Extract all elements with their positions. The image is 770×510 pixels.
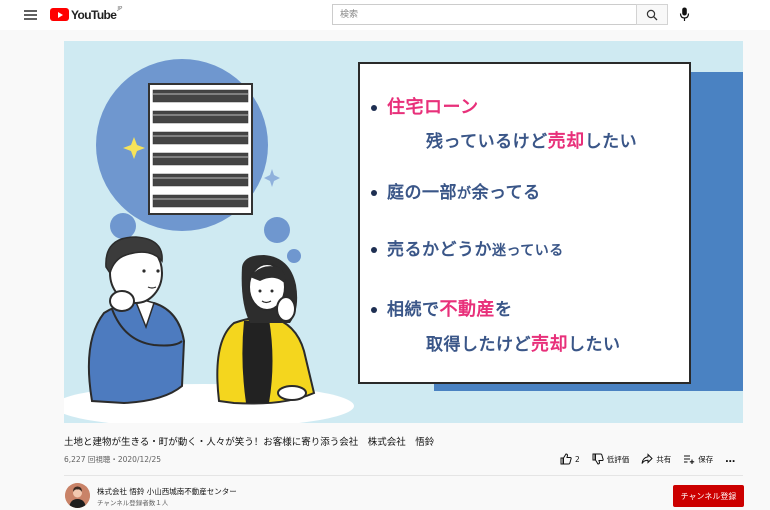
search-input[interactable]	[332, 4, 636, 25]
thumb-item-2: 庭の一部が余ってる	[387, 178, 541, 203]
channel-avatar[interactable]	[65, 483, 90, 508]
thumb-item-4-line1-post: を	[495, 300, 513, 320]
bullet-icon	[371, 307, 377, 313]
search-bar	[332, 4, 668, 25]
video-title: 土地と建物が生きる・町が動く・人々が笑う！お客様に寄り添う会社 株式会社 悟鈴	[64, 437, 435, 448]
share-icon	[641, 453, 653, 464]
bullet-icon	[371, 105, 377, 111]
thumbnail-text-panel: 住宅ローン 残っているけど売却したい 庭の一部が余ってる 売るかどうか迷っている…	[358, 62, 691, 384]
thumbnail-illustration	[64, 59, 354, 423]
subscriber-count: チャンネル登録者数１人	[97, 499, 169, 507]
thumb-item-1-text-pink: 売却	[547, 131, 585, 152]
thumb-item-4-line1: 相続で不動産を	[387, 295, 513, 321]
thumbs-down-icon	[592, 453, 604, 465]
masthead: YouTube JP	[0, 0, 770, 30]
thumb-item-4-line1-pre: 相続で	[387, 300, 440, 320]
subscribe-button[interactable]: チャンネル登録	[673, 485, 744, 507]
video-actions: 2 低評価 共有 保存 …	[560, 452, 735, 466]
thumb-item-3: 売るかどうか迷っている	[387, 235, 564, 260]
video-view-count-date: 6,227 回視聴・2020/12/25	[64, 455, 162, 464]
thumb-item-1-line1: 住宅ローン	[387, 93, 479, 119]
logo-country-code: JP	[117, 6, 123, 12]
channel-name[interactable]: 株式会社 悟鈴 小山西城南不動産センター	[97, 486, 237, 497]
search-button[interactable]	[636, 4, 668, 25]
thumb-item-4-line1-pink: 不動産	[439, 299, 495, 320]
microphone-icon[interactable]	[679, 7, 690, 22]
share-button[interactable]: 共有	[641, 453, 671, 465]
thumb-item-1-text-pre: 残っているけど	[426, 132, 548, 152]
thumb-item-4-line2-pre: 取得したけど	[426, 335, 531, 355]
playlist-add-icon	[684, 455, 695, 464]
more-actions-button[interactable]: …	[725, 454, 735, 465]
avatar-person-icon	[65, 483, 90, 508]
dislike-button[interactable]: 低評価	[592, 453, 630, 465]
youtube-logo[interactable]: YouTube JP	[50, 6, 123, 22]
thumb-item-2-text-small: が	[457, 186, 472, 202]
bullet-icon	[371, 247, 377, 253]
dislike-label: 低評価	[606, 454, 630, 464]
thumb-item-4-line2: 取得したけど売却したい	[426, 330, 621, 356]
thumb-item-2-text-pre: 庭の一部	[387, 183, 457, 203]
save-button[interactable]: 保存	[683, 453, 713, 465]
like-button[interactable]: 2	[560, 453, 580, 465]
share-label: 共有	[656, 454, 672, 464]
play-icon	[50, 8, 69, 21]
thumb-item-1-title: 住宅ローン	[387, 97, 479, 118]
hamburger-menu-icon[interactable]	[24, 10, 37, 20]
search-icon	[646, 9, 658, 20]
more-icon: …	[725, 453, 736, 465]
thumb-item-1-text-post: したい	[584, 132, 638, 152]
thumb-item-2-text-post: 余ってる	[471, 183, 541, 203]
thumb-item-3-text-small: 迷っている	[492, 243, 564, 259]
thumb-item-3-text-pre: 売るかどうか	[387, 240, 492, 260]
video-player[interactable]: 住宅ローン 残っているけど売却したい 庭の一部が余ってる 売るかどうか迷っている…	[64, 41, 743, 423]
divider	[64, 475, 743, 476]
save-label: 保存	[698, 454, 714, 464]
bullet-icon	[371, 190, 377, 196]
thumb-item-1-line2: 残っているけど売却したい	[426, 127, 637, 153]
like-count: 2	[575, 454, 580, 464]
thumb-item-4-line2-pink: 売却	[531, 334, 568, 355]
thumbs-up-icon	[560, 453, 572, 465]
logo-text: YouTube	[71, 7, 117, 22]
thumb-item-4-line2-post: したい	[568, 335, 621, 355]
